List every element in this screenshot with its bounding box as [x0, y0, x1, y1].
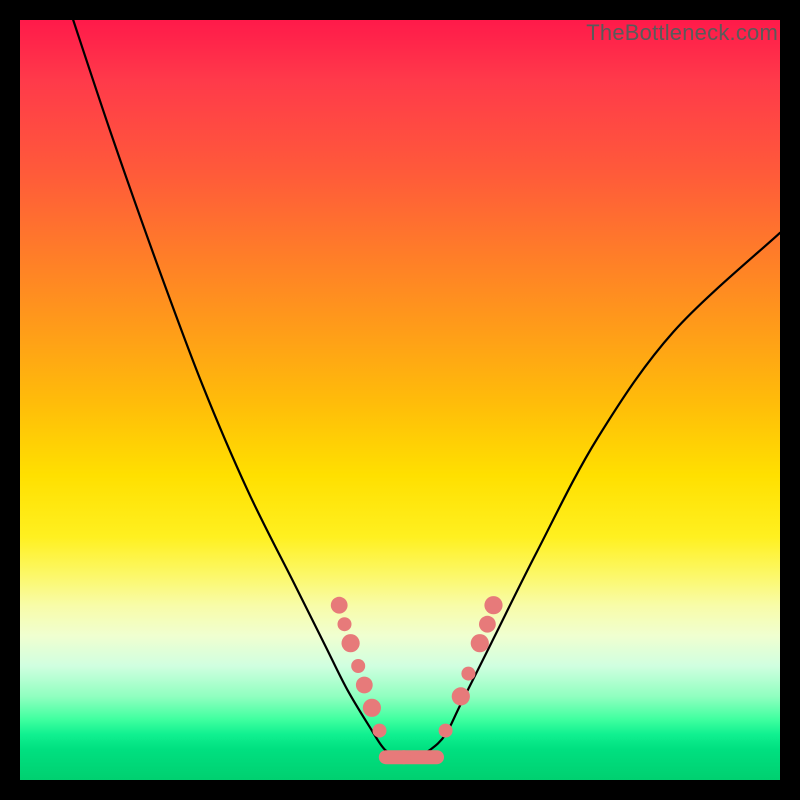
marker-dot [351, 659, 365, 673]
bottleneck-curve [73, 20, 780, 758]
marker-dot [331, 597, 348, 614]
marker-dot [373, 724, 387, 738]
marker-dot [356, 677, 373, 694]
marker-dot [338, 617, 352, 631]
marker-dot [452, 687, 470, 705]
marker-dot [479, 616, 496, 633]
marker-dot [471, 634, 489, 652]
marker-dot [484, 596, 502, 614]
marker-dot [397, 750, 411, 764]
marker-dot [363, 699, 381, 717]
marker-dot [461, 667, 475, 681]
chart-svg [20, 20, 780, 780]
marker-dot [439, 724, 453, 738]
bottom-marker-bar [379, 750, 444, 764]
marker-dot [342, 634, 360, 652]
plot-area: TheBottleneck.com [20, 20, 780, 780]
highlight-markers [331, 596, 503, 764]
watermark-text: TheBottleneck.com [586, 20, 778, 46]
